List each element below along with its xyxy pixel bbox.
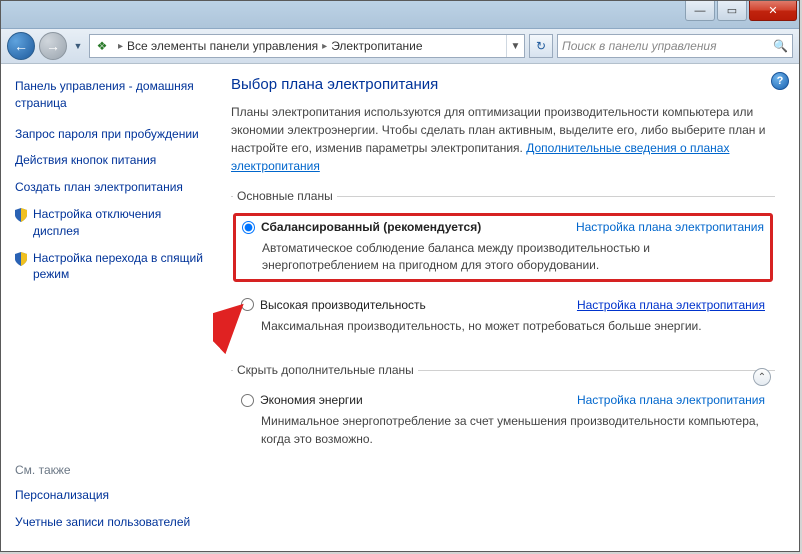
sidebar-link-user-accounts[interactable]: Учетные записи пользователей <box>15 514 203 531</box>
sidebar: Панель управления - домашняя страница За… <box>1 64 213 551</box>
intro-text: Планы электропитания используются для оп… <box>231 103 775 175</box>
plan-power-saver-radio[interactable] <box>241 394 254 407</box>
collapse-button[interactable]: ⌃ <box>753 368 771 386</box>
sidebar-link-display-off[interactable]: Настройка отключения дисплея <box>15 206 203 240</box>
body: Панель управления - домашняя страница За… <box>1 64 799 551</box>
plan-power-saver-settings-link[interactable]: Настройка плана электропитания <box>577 393 765 407</box>
shield-icon <box>15 208 27 227</box>
search-placeholder: Поиск в панели управления <box>562 39 717 53</box>
back-button[interactable]: ← <box>7 32 35 60</box>
plan-power-saver: Экономия энергии Настройка плана электро… <box>233 387 773 454</box>
breadcrumb-sep-icon: ▸ <box>114 41 127 52</box>
nav-history-drop[interactable]: ▼ <box>71 41 85 51</box>
address-dropdown-icon[interactable]: ▼ <box>506 35 524 57</box>
extra-plans-legend: Скрыть дополнительные планы <box>233 363 418 377</box>
plan-power-saver-name: Экономия энергии <box>260 393 363 407</box>
content-panel: ? Выбор плана электропитания Планы элект… <box>213 64 799 551</box>
plan-power-saver-desc: Минимальное энергопотребление за счет ум… <box>261 413 765 448</box>
navbar: ← → ▼ ❖ ▸ Все элементы панели управления… <box>1 29 799 64</box>
sidebar-see-also-label: См. также <box>15 463 203 477</box>
plan-balanced-settings-link[interactable]: Настройка плана электропитания <box>576 220 764 234</box>
breadcrumb-sep-icon: ▸ <box>318 41 331 52</box>
address-bar[interactable]: ❖ ▸ Все элементы панели управления ▸ Эле… <box>89 34 525 58</box>
page-title: Выбор плана электропитания <box>231 76 775 93</box>
sidebar-home-link[interactable]: Панель управления - домашняя страница <box>15 78 203 112</box>
sidebar-item-label: Настройка отключения дисплея <box>33 206 203 240</box>
main-plans-legend: Основные планы <box>233 189 337 203</box>
plan-high-perf-desc: Максимальная производительность, но може… <box>261 318 765 335</box>
close-button[interactable]: ✕ <box>749 1 797 21</box>
help-icon[interactable]: ? <box>771 72 789 90</box>
plan-high-perf-radio[interactable] <box>241 298 254 311</box>
sidebar-link-sleep[interactable]: Настройка перехода в спящий режим <box>15 250 203 284</box>
control-panel-icon: ❖ <box>94 38 110 54</box>
plan-balanced: Сбалансированный (рекомендуется) Настрой… <box>233 213 773 282</box>
sidebar-link-personalization[interactable]: Персонализация <box>15 487 203 504</box>
power-options-window: — ▭ ✕ ← → ▼ ❖ ▸ Все элементы панели упра… <box>0 0 800 552</box>
main-plans-fieldset: Основные планы Сбалансированный (рекомен… <box>231 189 775 357</box>
search-input[interactable]: Поиск в панели управления 🔍 <box>557 34 793 58</box>
shield-icon <box>15 252 27 271</box>
refresh-button[interactable]: ↻ <box>529 34 553 58</box>
breadcrumb-part-power[interactable]: Электропитание <box>331 39 422 53</box>
maximize-button[interactable]: ▭ <box>717 1 747 21</box>
breadcrumb-part-all-items[interactable]: Все элементы панели управления <box>127 39 318 53</box>
plan-balanced-desc: Автоматическое соблюдение баланса между … <box>262 240 764 275</box>
search-icon: 🔍 <box>773 39 788 53</box>
plan-high-perf-settings-link[interactable]: Настройка плана электропитания <box>577 298 765 312</box>
sidebar-link-password[interactable]: Запрос пароля при пробуждении <box>15 126 203 143</box>
forward-button[interactable]: → <box>39 32 67 60</box>
sidebar-item-label: Настройка перехода в спящий режим <box>33 250 203 284</box>
titlebar: — ▭ ✕ <box>1 1 799 29</box>
plan-high-perf: Высокая производительность Настройка пла… <box>233 292 773 341</box>
extra-plans-fieldset: Скрыть дополнительные планы ⌃ Экономия э… <box>231 363 775 470</box>
plan-balanced-radio[interactable] <box>242 221 255 234</box>
minimize-button[interactable]: — <box>685 1 715 21</box>
sidebar-link-buttons[interactable]: Действия кнопок питания <box>15 152 203 169</box>
plan-high-perf-name: Высокая производительность <box>260 298 426 312</box>
plan-balanced-name: Сбалансированный (рекомендуется) <box>261 220 481 234</box>
sidebar-link-create-plan[interactable]: Создать план электропитания <box>15 179 203 196</box>
